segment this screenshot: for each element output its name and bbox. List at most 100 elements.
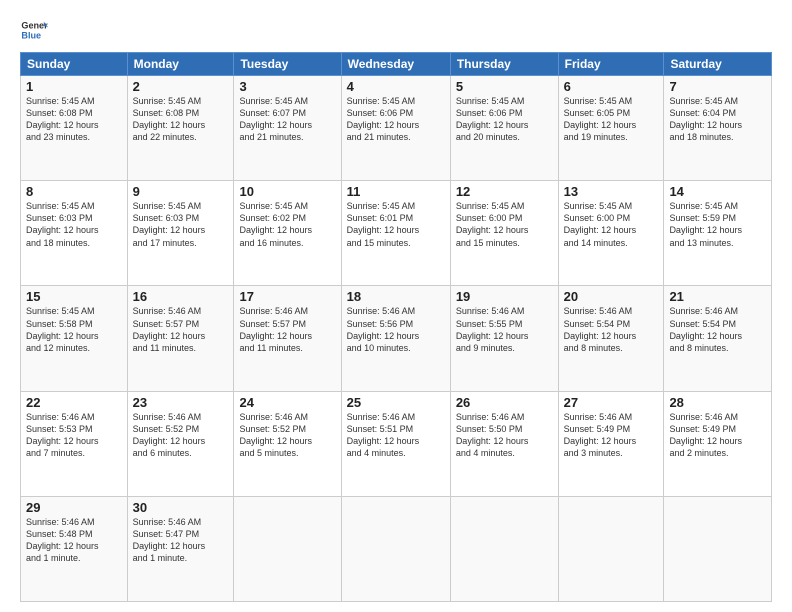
weekday-header-thursday: Thursday bbox=[450, 53, 558, 76]
weekday-header-sunday: Sunday bbox=[21, 53, 128, 76]
calendar-cell: 17Sunrise: 5:46 AM Sunset: 5:57 PM Dayli… bbox=[234, 286, 341, 391]
calendar-cell: 16Sunrise: 5:46 AM Sunset: 5:57 PM Dayli… bbox=[127, 286, 234, 391]
weekday-header-tuesday: Tuesday bbox=[234, 53, 341, 76]
day-number: 10 bbox=[239, 184, 335, 199]
day-info: Sunrise: 5:45 AM Sunset: 6:00 PM Dayligh… bbox=[564, 200, 659, 249]
day-info: Sunrise: 5:45 AM Sunset: 6:07 PM Dayligh… bbox=[239, 95, 335, 144]
day-number: 18 bbox=[347, 289, 445, 304]
day-number: 11 bbox=[347, 184, 445, 199]
day-info: Sunrise: 5:45 AM Sunset: 6:02 PM Dayligh… bbox=[239, 200, 335, 249]
day-info: Sunrise: 5:45 AM Sunset: 6:05 PM Dayligh… bbox=[564, 95, 659, 144]
calendar-cell: 18Sunrise: 5:46 AM Sunset: 5:56 PM Dayli… bbox=[341, 286, 450, 391]
calendar-cell: 25Sunrise: 5:46 AM Sunset: 5:51 PM Dayli… bbox=[341, 391, 450, 496]
day-number: 30 bbox=[133, 500, 229, 515]
day-number: 23 bbox=[133, 395, 229, 410]
calendar-cell: 28Sunrise: 5:46 AM Sunset: 5:49 PM Dayli… bbox=[664, 391, 772, 496]
calendar-cell: 6Sunrise: 5:45 AM Sunset: 6:05 PM Daylig… bbox=[558, 76, 664, 181]
day-number: 27 bbox=[564, 395, 659, 410]
calendar-cell: 21Sunrise: 5:46 AM Sunset: 5:54 PM Dayli… bbox=[664, 286, 772, 391]
day-info: Sunrise: 5:46 AM Sunset: 5:52 PM Dayligh… bbox=[133, 411, 229, 460]
day-number: 28 bbox=[669, 395, 766, 410]
calendar-cell: 10Sunrise: 5:45 AM Sunset: 6:02 PM Dayli… bbox=[234, 181, 341, 286]
day-number: 25 bbox=[347, 395, 445, 410]
day-info: Sunrise: 5:46 AM Sunset: 5:56 PM Dayligh… bbox=[347, 305, 445, 354]
svg-text:Blue: Blue bbox=[21, 30, 41, 40]
day-info: Sunrise: 5:46 AM Sunset: 5:51 PM Dayligh… bbox=[347, 411, 445, 460]
day-info: Sunrise: 5:45 AM Sunset: 6:03 PM Dayligh… bbox=[133, 200, 229, 249]
weekday-header-monday: Monday bbox=[127, 53, 234, 76]
day-number: 3 bbox=[239, 79, 335, 94]
calendar-cell: 20Sunrise: 5:46 AM Sunset: 5:54 PM Dayli… bbox=[558, 286, 664, 391]
day-info: Sunrise: 5:45 AM Sunset: 6:08 PM Dayligh… bbox=[26, 95, 122, 144]
day-number: 24 bbox=[239, 395, 335, 410]
day-number: 20 bbox=[564, 289, 659, 304]
calendar-cell: 13Sunrise: 5:45 AM Sunset: 6:00 PM Dayli… bbox=[558, 181, 664, 286]
week-row-4: 22Sunrise: 5:46 AM Sunset: 5:53 PM Dayli… bbox=[21, 391, 772, 496]
calendar-cell: 22Sunrise: 5:46 AM Sunset: 5:53 PM Dayli… bbox=[21, 391, 128, 496]
day-number: 15 bbox=[26, 289, 122, 304]
day-info: Sunrise: 5:45 AM Sunset: 6:06 PM Dayligh… bbox=[456, 95, 553, 144]
day-number: 13 bbox=[564, 184, 659, 199]
day-info: Sunrise: 5:46 AM Sunset: 5:57 PM Dayligh… bbox=[133, 305, 229, 354]
day-info: Sunrise: 5:46 AM Sunset: 5:48 PM Dayligh… bbox=[26, 516, 122, 565]
calendar-cell: 15Sunrise: 5:45 AM Sunset: 5:58 PM Dayli… bbox=[21, 286, 128, 391]
day-info: Sunrise: 5:46 AM Sunset: 5:54 PM Dayligh… bbox=[669, 305, 766, 354]
day-number: 17 bbox=[239, 289, 335, 304]
day-number: 7 bbox=[669, 79, 766, 94]
day-info: Sunrise: 5:46 AM Sunset: 5:54 PM Dayligh… bbox=[564, 305, 659, 354]
day-info: Sunrise: 5:45 AM Sunset: 5:59 PM Dayligh… bbox=[669, 200, 766, 249]
day-info: Sunrise: 5:45 AM Sunset: 6:08 PM Dayligh… bbox=[133, 95, 229, 144]
day-number: 1 bbox=[26, 79, 122, 94]
day-info: Sunrise: 5:45 AM Sunset: 6:01 PM Dayligh… bbox=[347, 200, 445, 249]
calendar-cell: 14Sunrise: 5:45 AM Sunset: 5:59 PM Dayli… bbox=[664, 181, 772, 286]
calendar-cell: 27Sunrise: 5:46 AM Sunset: 5:49 PM Dayli… bbox=[558, 391, 664, 496]
day-info: Sunrise: 5:45 AM Sunset: 6:03 PM Dayligh… bbox=[26, 200, 122, 249]
day-number: 12 bbox=[456, 184, 553, 199]
day-info: Sunrise: 5:46 AM Sunset: 5:53 PM Dayligh… bbox=[26, 411, 122, 460]
calendar-cell: 3Sunrise: 5:45 AM Sunset: 6:07 PM Daylig… bbox=[234, 76, 341, 181]
calendar-table: SundayMondayTuesdayWednesdayThursdayFrid… bbox=[20, 52, 772, 602]
logo-icon: General Blue bbox=[20, 16, 48, 44]
calendar-cell bbox=[664, 496, 772, 601]
calendar-cell bbox=[558, 496, 664, 601]
calendar-cell: 19Sunrise: 5:46 AM Sunset: 5:55 PM Dayli… bbox=[450, 286, 558, 391]
calendar-cell: 12Sunrise: 5:45 AM Sunset: 6:00 PM Dayli… bbox=[450, 181, 558, 286]
day-number: 19 bbox=[456, 289, 553, 304]
weekday-header-saturday: Saturday bbox=[664, 53, 772, 76]
calendar-cell: 29Sunrise: 5:46 AM Sunset: 5:48 PM Dayli… bbox=[21, 496, 128, 601]
calendar-cell: 8Sunrise: 5:45 AM Sunset: 6:03 PM Daylig… bbox=[21, 181, 128, 286]
day-number: 4 bbox=[347, 79, 445, 94]
day-number: 9 bbox=[133, 184, 229, 199]
calendar-cell: 23Sunrise: 5:46 AM Sunset: 5:52 PM Dayli… bbox=[127, 391, 234, 496]
week-row-5: 29Sunrise: 5:46 AM Sunset: 5:48 PM Dayli… bbox=[21, 496, 772, 601]
calendar-cell: 2Sunrise: 5:45 AM Sunset: 6:08 PM Daylig… bbox=[127, 76, 234, 181]
calendar-cell bbox=[341, 496, 450, 601]
weekday-header-friday: Friday bbox=[558, 53, 664, 76]
day-info: Sunrise: 5:45 AM Sunset: 6:06 PM Dayligh… bbox=[347, 95, 445, 144]
day-info: Sunrise: 5:46 AM Sunset: 5:52 PM Dayligh… bbox=[239, 411, 335, 460]
day-number: 14 bbox=[669, 184, 766, 199]
weekday-header-row: SundayMondayTuesdayWednesdayThursdayFrid… bbox=[21, 53, 772, 76]
day-info: Sunrise: 5:45 AM Sunset: 6:00 PM Dayligh… bbox=[456, 200, 553, 249]
calendar-cell: 11Sunrise: 5:45 AM Sunset: 6:01 PM Dayli… bbox=[341, 181, 450, 286]
day-number: 8 bbox=[26, 184, 122, 199]
day-number: 26 bbox=[456, 395, 553, 410]
day-info: Sunrise: 5:45 AM Sunset: 6:04 PM Dayligh… bbox=[669, 95, 766, 144]
day-number: 2 bbox=[133, 79, 229, 94]
calendar-cell bbox=[234, 496, 341, 601]
week-row-3: 15Sunrise: 5:45 AM Sunset: 5:58 PM Dayli… bbox=[21, 286, 772, 391]
week-row-2: 8Sunrise: 5:45 AM Sunset: 6:03 PM Daylig… bbox=[21, 181, 772, 286]
week-row-1: 1Sunrise: 5:45 AM Sunset: 6:08 PM Daylig… bbox=[21, 76, 772, 181]
day-number: 16 bbox=[133, 289, 229, 304]
day-info: Sunrise: 5:46 AM Sunset: 5:49 PM Dayligh… bbox=[669, 411, 766, 460]
day-number: 21 bbox=[669, 289, 766, 304]
calendar-cell bbox=[450, 496, 558, 601]
day-info: Sunrise: 5:46 AM Sunset: 5:55 PM Dayligh… bbox=[456, 305, 553, 354]
day-info: Sunrise: 5:46 AM Sunset: 5:50 PM Dayligh… bbox=[456, 411, 553, 460]
calendar-cell: 24Sunrise: 5:46 AM Sunset: 5:52 PM Dayli… bbox=[234, 391, 341, 496]
calendar-cell: 9Sunrise: 5:45 AM Sunset: 6:03 PM Daylig… bbox=[127, 181, 234, 286]
calendar-cell: 1Sunrise: 5:45 AM Sunset: 6:08 PM Daylig… bbox=[21, 76, 128, 181]
calendar-cell: 30Sunrise: 5:46 AM Sunset: 5:47 PM Dayli… bbox=[127, 496, 234, 601]
day-number: 22 bbox=[26, 395, 122, 410]
calendar-cell: 7Sunrise: 5:45 AM Sunset: 6:04 PM Daylig… bbox=[664, 76, 772, 181]
